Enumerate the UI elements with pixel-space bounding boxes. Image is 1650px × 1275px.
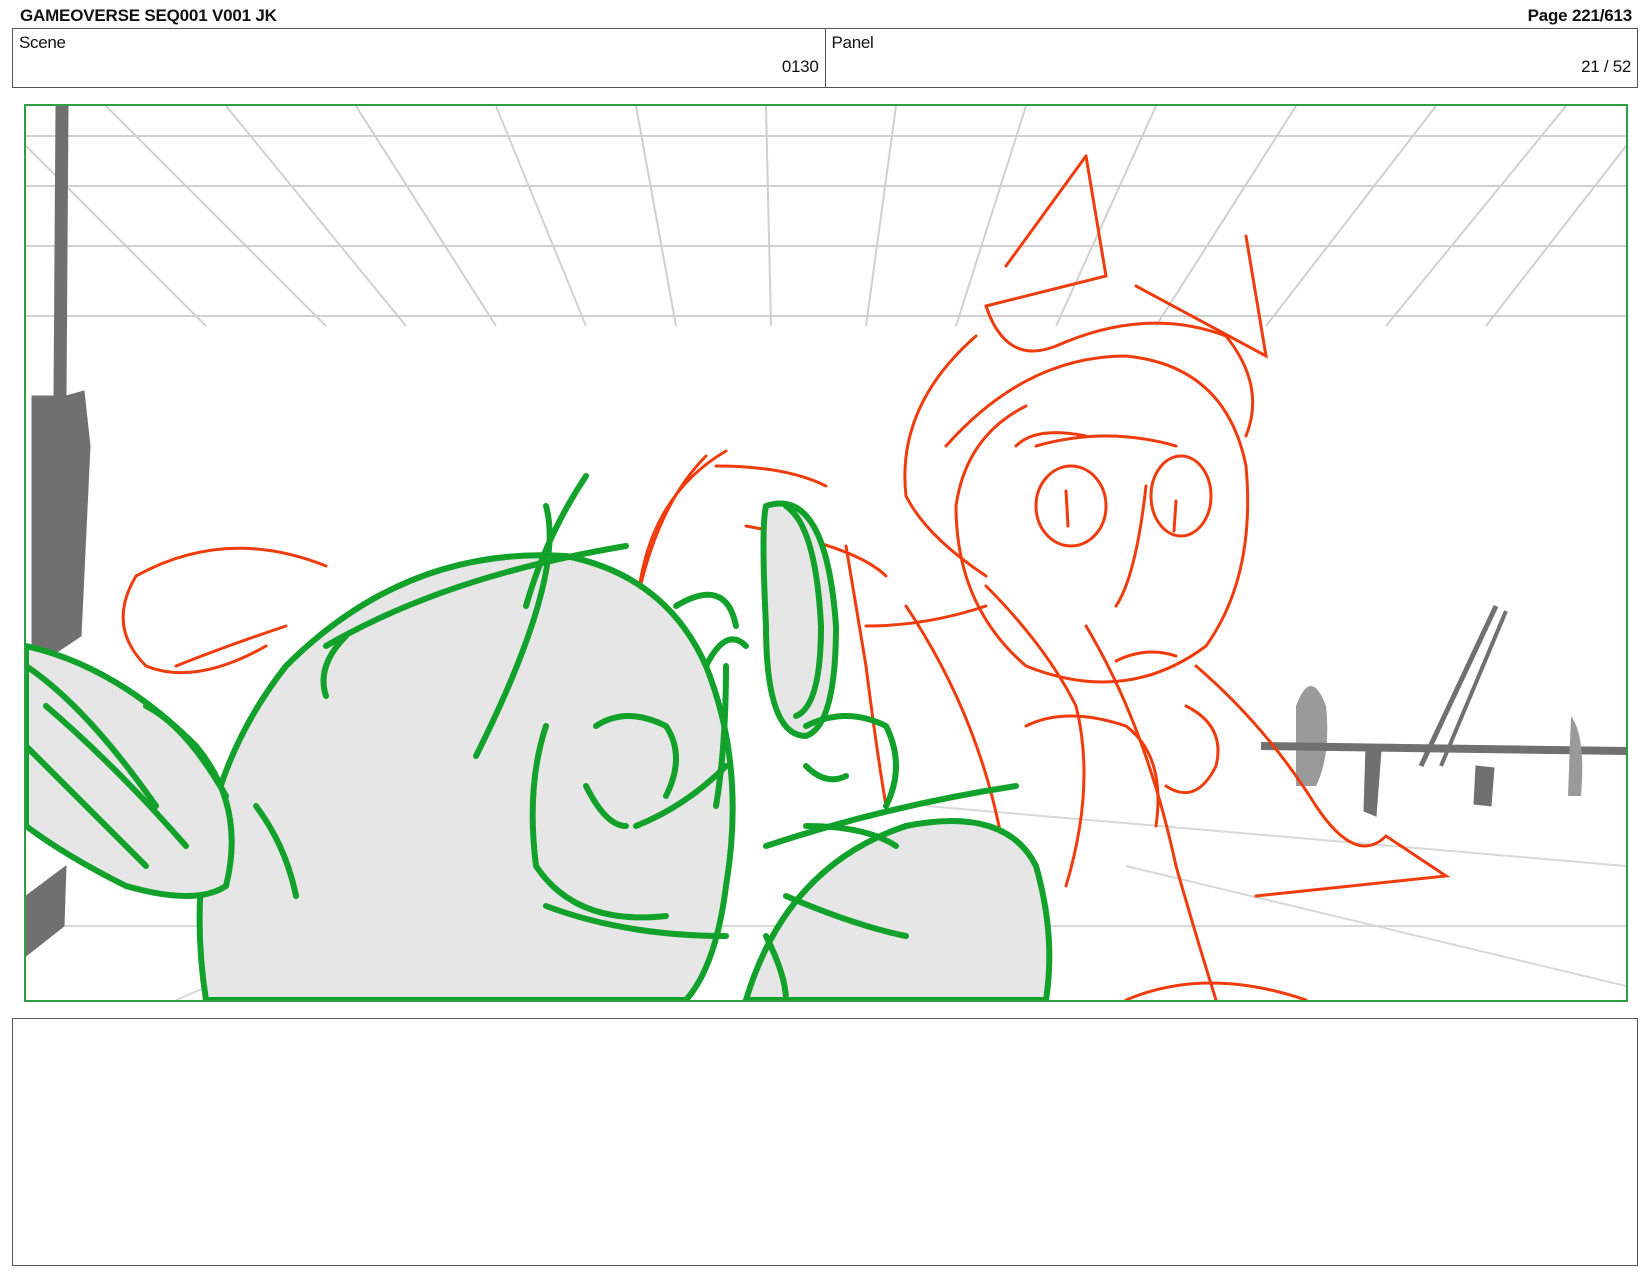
panel-label: Panel — [831, 33, 874, 52]
sketch-drawing — [26, 106, 1626, 1000]
scene-number: 0130 — [781, 57, 819, 76]
scene-panel-info-table: Scene 0130 Panel 21 / 52 — [12, 28, 1638, 88]
page-number: Page 221/613 — [1527, 6, 1633, 25]
scene-label: Scene — [19, 33, 66, 52]
panel-cell: Panel 21 / 52 — [824, 29, 1638, 87]
panel-notes-box — [12, 1018, 1638, 1266]
green-character-sketch — [26, 473, 1053, 1000]
ceiling-grid — [26, 106, 1626, 327]
document-title: GAMEOVERSE SEQ001 V001 JK — [20, 6, 277, 25]
panel-number: 21 / 52 — [1581, 57, 1631, 76]
scene-cell: Scene 0130 — [13, 29, 825, 87]
storyboard-panel — [24, 104, 1628, 1002]
